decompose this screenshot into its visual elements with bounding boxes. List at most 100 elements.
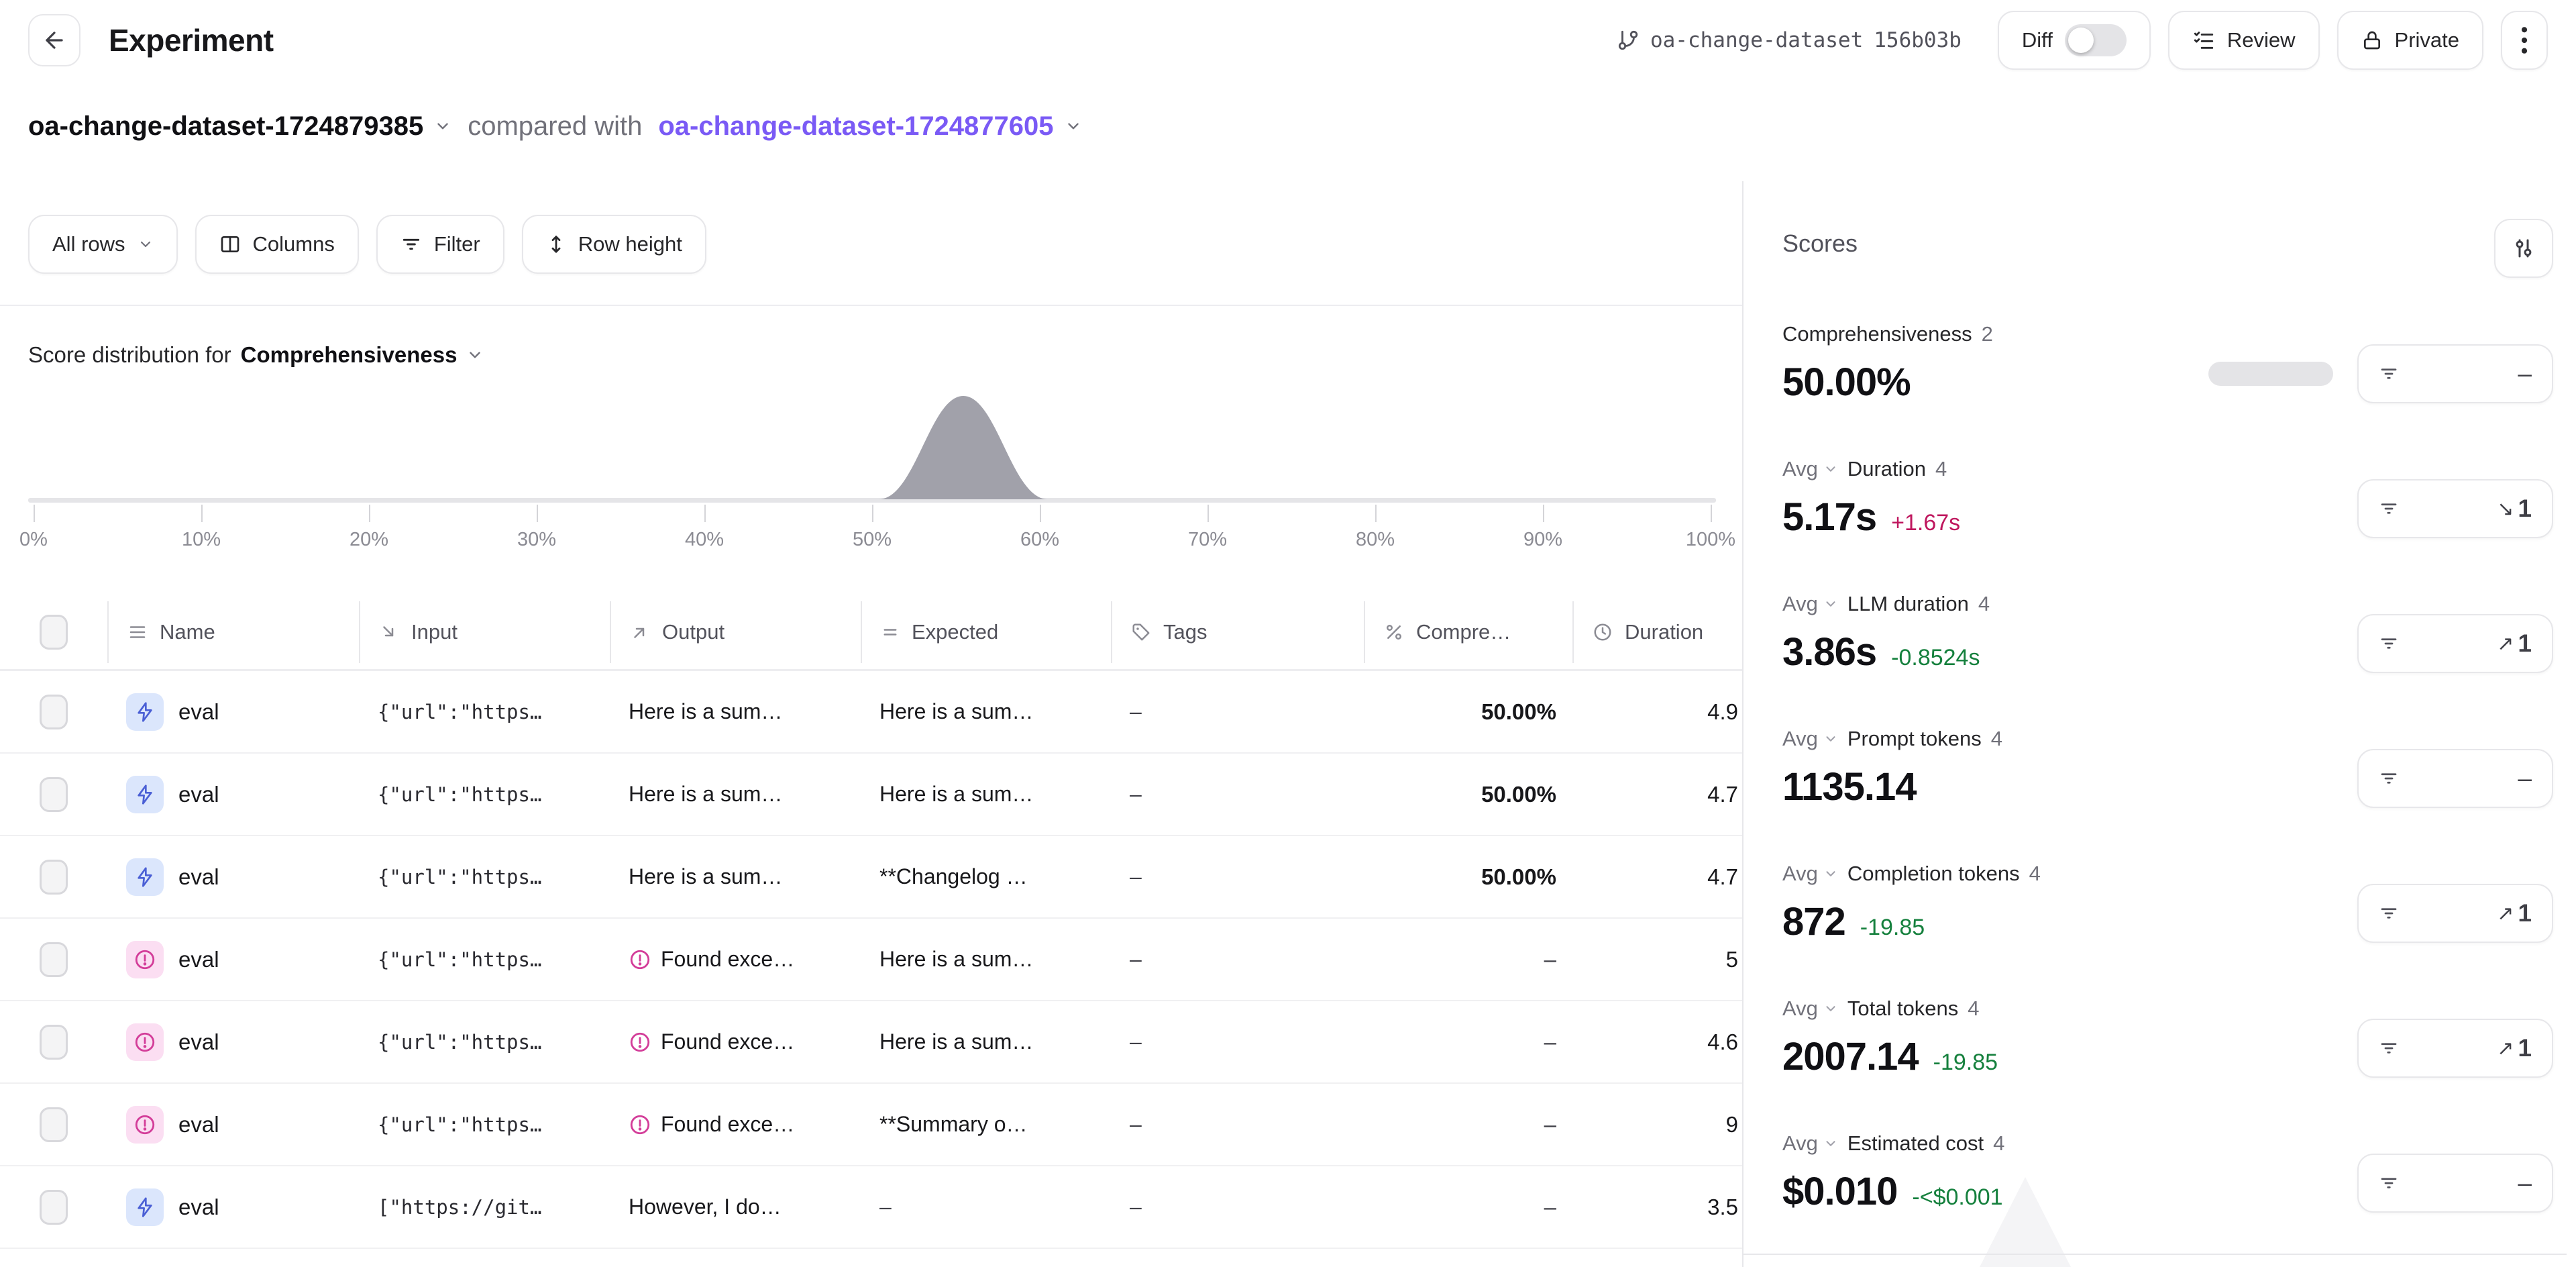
equals-icon <box>881 623 900 642</box>
metric-filter-control[interactable]: ↘1 <box>2357 479 2553 538</box>
metric-value: $0.010 <box>1782 1169 1897 1214</box>
table-row[interactable]: eval {"url":"https… Here is a sum… **Cha… <box>0 836 1742 919</box>
score-distribution-dropdown[interactable]: Score distribution for Comprehensiveness <box>28 342 1714 368</box>
table-row[interactable]: eval {"url":"https… Found exce… **Summar… <box>0 1084 1742 1166</box>
row-type-icon <box>126 1106 164 1144</box>
error-icon <box>629 948 651 971</box>
row-name: eval <box>178 699 219 725</box>
table-row[interactable]: eval ["https://git… However, I do… – – –… <box>0 1166 1742 1249</box>
axis-tick <box>1040 505 1041 522</box>
metric-filter-control[interactable]: ↗1 <box>2357 1019 2553 1078</box>
columns-icon <box>219 234 241 255</box>
arrow-left-icon <box>42 28 67 53</box>
aggregation-dropdown[interactable]: Avg <box>1782 592 1838 616</box>
row-checkbox[interactable] <box>40 695 68 729</box>
column-header-output[interactable]: Output <box>610 601 861 663</box>
comparison-indicator: ↘1 <box>2497 495 2532 523</box>
percent-icon <box>1384 622 1404 642</box>
scores-settings-button[interactable] <box>2494 219 2553 278</box>
columns-label: Columns <box>253 232 335 256</box>
top-bar: Experiment oa-change-dataset 156b03b Dif… <box>0 0 2576 81</box>
metric-delta: -19.85 <box>1860 915 1925 941</box>
column-header-input[interactable]: Input <box>359 601 610 663</box>
diff-toggle[interactable] <box>2065 24 2127 56</box>
axis-tick-label: 80% <box>1356 529 1395 551</box>
tags-cell: – <box>1111 1112 1364 1137</box>
private-button[interactable]: Private <box>2337 11 2483 70</box>
aggregation-dropdown[interactable]: Avg <box>1782 862 1838 886</box>
duration-cell: 4.7 <box>1572 864 1742 890</box>
checklist-icon <box>2192 29 2215 52</box>
metric-filter-control[interactable]: – <box>2357 344 2553 403</box>
column-header-comprehensiveness[interactable]: Compre… <box>1364 601 1572 663</box>
row-checkbox[interactable] <box>40 1190 68 1225</box>
row-height-button[interactable]: Row height <box>522 215 706 274</box>
review-button[interactable]: Review <box>2168 11 2320 70</box>
axis-tick <box>1543 505 1544 522</box>
column-header-expected[interactable]: Expected <box>861 601 1111 663</box>
tags-cell: – <box>1111 1195 1364 1219</box>
column-header-duration[interactable]: Duration <box>1572 601 1742 663</box>
row-name: eval <box>178 864 219 890</box>
metric-count: 4 <box>1968 997 1979 1021</box>
tags-cell: – <box>1111 1029 1364 1054</box>
duration-cell: 4.7 <box>1572 782 1742 807</box>
expected-cell: – <box>861 1195 1111 1219</box>
column-header-name[interactable]: Name <box>107 601 359 663</box>
row-checkbox[interactable] <box>40 860 68 895</box>
input-cell: {"url":"https… <box>359 948 610 971</box>
expected-cell: Here is a sum… <box>861 947 1111 972</box>
metric-filter-control[interactable]: ↗1 <box>2357 614 2553 673</box>
expected-cell: Here is a sum… <box>861 782 1111 807</box>
table-row[interactable]: eval {"url":"https… Found exce… Here is … <box>0 1001 1742 1084</box>
table-row[interactable]: eval {"url":"https… Here is a sum… Here … <box>0 754 1742 836</box>
score-cell: 50.00% <box>1364 699 1572 725</box>
aggregation-dropdown[interactable]: Avg <box>1782 457 1838 481</box>
output-cell: Here is a sum… <box>610 699 861 724</box>
select-all-checkbox[interactable] <box>40 615 68 650</box>
duration-cell: 4.6 <box>1572 1029 1742 1055</box>
panel-divider <box>1743 1254 2567 1255</box>
row-type-icon <box>126 1188 164 1226</box>
aggregation-dropdown[interactable]: Avg <box>1782 727 1838 751</box>
metric-filter-control[interactable]: ↗1 <box>2357 884 2553 943</box>
metric-value: 872 <box>1782 899 1845 944</box>
comparison-experiment-dropdown[interactable]: oa-change-dataset-1724877605 <box>658 111 1081 142</box>
back-button[interactable] <box>28 14 80 66</box>
output-cell: Found exce… <box>610 1112 861 1137</box>
error-icon <box>629 1031 651 1054</box>
aggregation-dropdown[interactable]: Avg <box>1782 1131 1838 1156</box>
more-options-button[interactable] <box>2501 11 2548 70</box>
select-all-header[interactable] <box>0 601 107 663</box>
kebab-menu-icon <box>2521 26 2528 55</box>
filter-button[interactable]: Filter <box>376 215 504 274</box>
metric-count: 2 <box>1982 322 1993 346</box>
score-section: Avg Completion tokens 4 872 -19.85 ↗1 <box>1782 862 2553 944</box>
axis-tick-label: 70% <box>1188 529 1227 551</box>
all-rows-dropdown[interactable]: All rows <box>28 215 178 274</box>
row-checkbox[interactable] <box>40 1107 68 1142</box>
score-section: Avg Duration 4 5.17s +1.67s ↘1 <box>1782 457 2553 540</box>
score-section: Avg Prompt tokens 4 1135.14 – <box>1782 727 2553 809</box>
metric-filter-control[interactable]: – <box>2357 749 2553 808</box>
page-title: Experiment <box>109 22 274 58</box>
base-experiment-dropdown[interactable]: oa-change-dataset-1724879385 <box>28 111 451 142</box>
metric-filter-control[interactable]: – <box>2357 1154 2553 1213</box>
row-checkbox[interactable] <box>40 777 68 812</box>
expected-cell: **Summary o… <box>861 1112 1111 1137</box>
columns-button[interactable]: Columns <box>195 215 359 274</box>
review-label: Review <box>2227 28 2296 52</box>
aggregation-dropdown[interactable]: Avg <box>1782 997 1838 1021</box>
diff-button[interactable]: Diff <box>1998 11 2151 70</box>
axis-tick-label: 0% <box>19 529 48 551</box>
row-checkbox[interactable] <box>40 942 68 977</box>
metric-name: LLM duration <box>1847 592 1969 616</box>
axis-tick <box>34 505 35 522</box>
all-rows-label: All rows <box>52 232 125 256</box>
row-checkbox[interactable] <box>40 1025 68 1060</box>
table-row[interactable]: eval {"url":"https… Here is a sum… Here … <box>0 671 1742 754</box>
row-type-icon <box>126 941 164 978</box>
tags-cell: – <box>1111 864 1364 889</box>
table-row[interactable]: eval {"url":"https… Found exce… Here is … <box>0 919 1742 1001</box>
column-header-tags[interactable]: Tags <box>1111 601 1364 663</box>
